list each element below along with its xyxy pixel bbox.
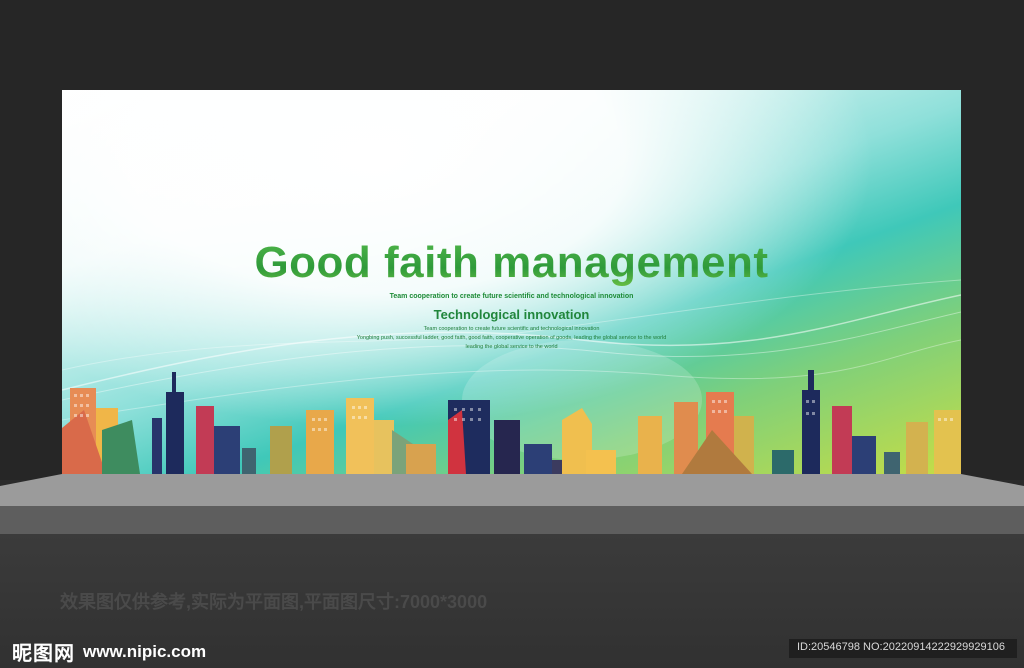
- image-id-text: ID:20546798 NO:20220914222929929106: [797, 641, 1005, 653]
- display-board: Good faith management Team cooperation t…: [62, 90, 961, 474]
- headline: Good faith management: [62, 238, 961, 288]
- stage-front-edge: [0, 506, 1024, 534]
- stage-floor: [0, 474, 1024, 508]
- brand-url: www.nipic.com: [83, 641, 207, 661]
- small-line-1: Team cooperation to create future scient…: [423, 326, 600, 332]
- small-line-2: Yongbing push, successful ladder, good f…: [356, 335, 667, 341]
- brand-name: 昵图网: [12, 643, 75, 665]
- dimension-note: 效果图仅供参考,实际为平面图,平面图尺寸:7000*3000: [60, 592, 488, 612]
- small-line-3: leading the global service to the world: [465, 344, 558, 350]
- tagline: Team cooperation to create future scient…: [389, 293, 634, 300]
- watermark-brand: 昵图网 www.nipic.com: [12, 637, 206, 666]
- city-skyline-illustration: [62, 370, 961, 474]
- subheading: Technological innovation: [433, 307, 590, 322]
